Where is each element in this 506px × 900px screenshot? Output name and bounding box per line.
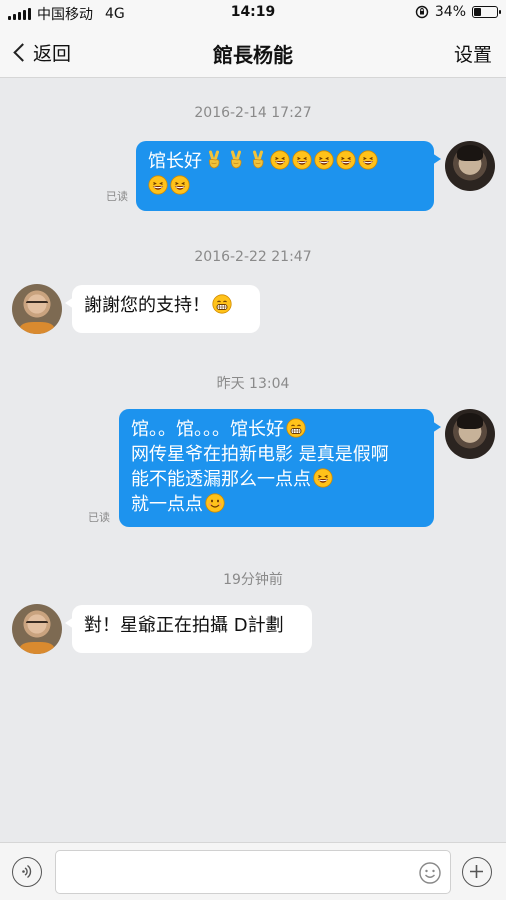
grinning-face-icon [358,150,378,170]
grinning-face-icon [148,175,168,195]
battery-percent: 34% [434,4,466,20]
grinning-face-icon [314,150,334,170]
input-bar [0,842,506,900]
message-text: 對！星爺正在拍攝 D計劃 [84,615,284,636]
nav-bar: 返回 館長杨能 设置 [0,26,506,78]
settings-button[interactable]: 设置 [454,40,492,67]
grinning-squint-face-icon [212,294,232,314]
victory-hand-icon [204,150,224,170]
message-text: 就一点点 [131,494,203,515]
victory-hand-icon [248,150,268,170]
message-text: 能不能透漏那么一点点 [131,469,311,490]
grinning-face-icon [292,150,312,170]
chat-area[interactable]: 2016-2-14 17:27 已读 馆长好 2016-2-22 21:47 謝… [0,79,506,842]
message-timestamp: 2016-2-14 17:27 [194,105,312,121]
grinning-face-icon [313,468,333,488]
grinning-face-icon [170,175,190,195]
contact-avatar[interactable] [12,604,62,654]
message-input[interactable] [55,850,451,894]
self-avatar[interactable] [445,141,495,191]
battery-icon [472,6,501,18]
emoji-picker-icon[interactable] [418,861,442,885]
status-right: 34% [415,4,501,20]
grinning-face-icon [336,150,356,170]
self-avatar[interactable] [445,409,495,459]
grinning-face-icon [270,150,290,170]
status-bar: 中国移动 4G 14:19 34% [0,0,506,26]
message-text: 馆。。馆。。。馆长好 [131,419,284,440]
read-status: 已读 [106,190,128,203]
plus-icon [470,865,483,878]
read-status: 已读 [88,511,110,524]
add-attachment-button[interactable] [462,857,492,887]
message-bubble[interactable]: 馆长好 [136,141,441,211]
message-text: 网传星爷在拍新电影 是真是假啊 [131,444,389,465]
orientation-lock-icon [415,5,429,19]
message-text: 馆长好 [148,151,202,172]
message-bubble[interactable]: 謝謝您的支持！ [65,285,260,333]
message-bubble[interactable]: 馆。。馆。。。馆长好 网传星爷在拍新电影 是真是假啊 能不能透漏那么一点点 就一… [119,409,441,527]
contact-avatar[interactable] [12,284,62,334]
grinning-squint-face-icon [286,418,306,438]
message-timestamp: 昨天 13:04 [216,376,290,392]
message-text: 謝謝您的支持！ [84,295,210,316]
voice-icon [22,864,32,879]
smiling-face-icon [205,493,225,513]
victory-hand-icon [226,150,246,170]
chat-title: 館長杨能 [213,43,293,67]
message-bubble[interactable]: 對！星爺正在拍攝 D計劃 [65,605,312,653]
voice-button[interactable] [12,857,42,887]
message-timestamp: 2016-2-22 21:47 [194,249,312,265]
message-timestamp: 19分钟前 [223,572,283,588]
